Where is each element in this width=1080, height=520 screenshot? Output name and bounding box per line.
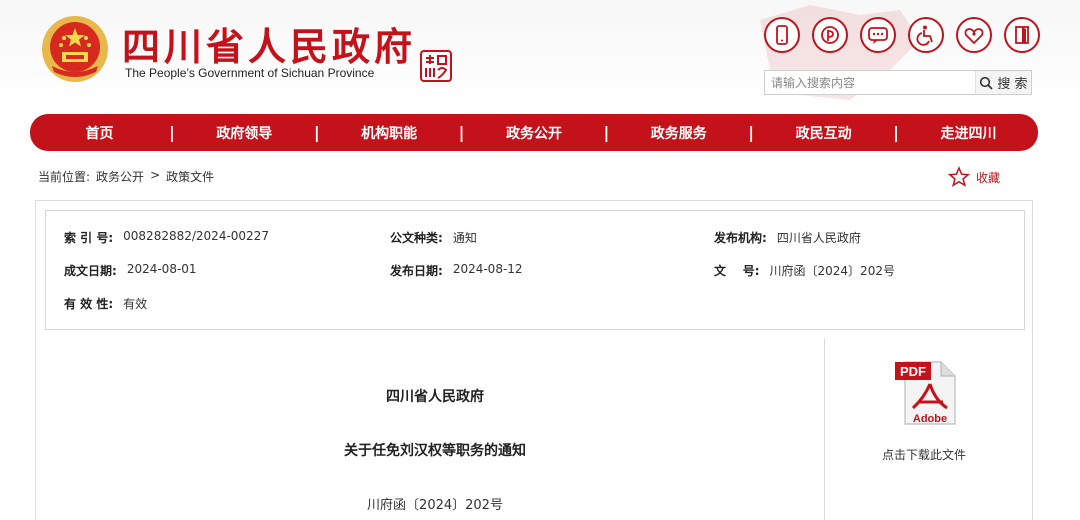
download-link[interactable]: 点击下载此文件 bbox=[826, 446, 1022, 463]
search-button-label: 搜 索 bbox=[997, 77, 1028, 92]
document-metadata: 索 引 号: 008282882/2024-00227 公文种类: 通知 发布机… bbox=[45, 210, 1025, 330]
site-title-english: The People’s Government of Sichuan Provi… bbox=[125, 66, 375, 80]
document-body: 四川省人民政府 关于任免刘汉权等职务的通知 川府函〔2024〕202号 bbox=[45, 338, 825, 520]
meta-created: 成文日期: 2024-08-01 bbox=[64, 262, 197, 279]
meta-label: 发布日期: bbox=[390, 264, 443, 278]
meta-label: 文 号: bbox=[714, 264, 760, 278]
meta-type: 公文种类: 通知 bbox=[390, 229, 477, 246]
nav-item-services[interactable]: 政务服务 bbox=[609, 123, 748, 143]
site-header: 四川省人民政府 The People’s Government of Sichu… bbox=[0, 0, 1080, 110]
document-title: 关于任免刘汉权等职务的通知 bbox=[344, 443, 526, 459]
meta-value: 四川省人民政府 bbox=[776, 231, 861, 245]
site-title[interactable]: 四川省人民政府 bbox=[122, 16, 416, 71]
nav-item-functions[interactable]: 机构职能 bbox=[320, 123, 459, 143]
nav-item-leaders[interactable]: 政府领导 bbox=[175, 123, 314, 143]
wechat-icon[interactable] bbox=[860, 17, 896, 53]
meta-value: 通知 bbox=[452, 231, 477, 245]
elderly-care-icon[interactable] bbox=[956, 17, 992, 53]
mobile-icon[interactable] bbox=[764, 17, 800, 53]
nav-item-gov-affairs[interactable]: 政务公开 bbox=[464, 123, 603, 143]
accessibility-icon[interactable] bbox=[908, 17, 944, 53]
meta-label: 成文日期: bbox=[64, 264, 117, 278]
meta-label: 公文种类: bbox=[390, 231, 443, 245]
breadcrumb: 当前位置: 政务公开 > 政策文件 bbox=[38, 168, 214, 185]
breadcrumb-prefix: 当前位置: bbox=[38, 170, 91, 184]
meta-index: 索 引 号: 008282882/2024-00227 bbox=[64, 229, 269, 246]
search-button[interactable]: 搜 索 bbox=[975, 71, 1031, 94]
meta-docno: 文 号: 川府函〔2024〕202号 bbox=[714, 262, 895, 279]
exit-icon[interactable] bbox=[1004, 17, 1040, 53]
pdf-badge-text: PDF bbox=[900, 364, 926, 379]
meta-row: 有 效 性: 有效 bbox=[46, 295, 1024, 315]
pdf-file-icon[interactable]: PDF Adobe bbox=[891, 358, 961, 428]
meta-row: 索 引 号: 008282882/2024-00227 公文种类: 通知 发布机… bbox=[46, 229, 1024, 249]
meta-value: 008282882/2024-00227 bbox=[123, 229, 269, 243]
weibo-icon[interactable] bbox=[812, 17, 848, 53]
adobe-text: Adobe bbox=[913, 413, 947, 425]
meta-row: 成文日期: 2024-08-01 发布日期: 2024-08-12 文 号: 川… bbox=[46, 262, 1024, 282]
search-icon bbox=[980, 76, 994, 90]
document-number: 川府函〔2024〕202号 bbox=[367, 498, 503, 513]
document-issuer: 四川省人民政府 bbox=[386, 389, 484, 405]
nav-item-home[interactable]: 首页 bbox=[30, 123, 169, 143]
favorite-label: 收藏 bbox=[976, 170, 1001, 185]
search-box: 搜 索 bbox=[764, 70, 1032, 95]
main-nav: 首页 | 政府领导 | 机构职能 | 政务公开 | 政务服务 | 政民互动 | … bbox=[30, 114, 1038, 151]
meta-validity: 有 效 性: 有效 bbox=[64, 295, 147, 312]
meta-value: 2024-08-12 bbox=[452, 262, 523, 276]
top-icon-bar bbox=[764, 17, 1040, 53]
favorite-button[interactable]: 收藏 bbox=[948, 166, 1000, 188]
meta-label: 发布机构: bbox=[714, 231, 767, 245]
download-panel: PDF Adobe 点击下载此文件 bbox=[826, 338, 1032, 520]
meta-agency: 发布机构: 四川省人民政府 bbox=[714, 229, 861, 246]
meta-published: 发布日期: 2024-08-12 bbox=[390, 262, 523, 279]
meta-value: 2024-08-01 bbox=[126, 262, 197, 276]
search-input[interactable] bbox=[765, 71, 975, 94]
nav-item-about-sichuan[interactable]: 走进四川 bbox=[899, 123, 1038, 143]
meta-value: 川府函〔2024〕202号 bbox=[769, 264, 895, 278]
sichuan-seal-logo bbox=[420, 50, 452, 82]
meta-label: 索 引 号: bbox=[64, 231, 114, 245]
meta-value: 有效 bbox=[123, 297, 148, 311]
breadcrumb-separator: > bbox=[150, 168, 161, 182]
breadcrumb-link-policy-docs[interactable]: 政策文件 bbox=[166, 168, 214, 185]
nav-item-interaction[interactable]: 政民互动 bbox=[754, 123, 893, 143]
star-icon bbox=[948, 166, 970, 187]
national-emblem-icon bbox=[42, 16, 108, 82]
breadcrumb-link-gov-affairs[interactable]: 政务公开 bbox=[96, 168, 144, 185]
meta-label: 有 效 性: bbox=[64, 297, 114, 311]
